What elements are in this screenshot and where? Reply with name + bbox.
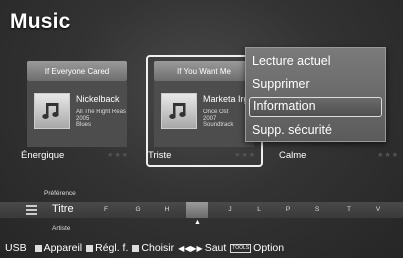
legend-appareil-label: Appareil (43, 242, 83, 254)
music-card-1[interactable]: If Everyone Cared Nickelback All The Rig… (19, 58, 131, 162)
filter-bar: Titre F G H I J L P S T V (0, 202, 403, 218)
filter-letter-i[interactable]: I (186, 202, 208, 218)
music-screen: Music If Everyone Cared Nickelback All T… (0, 0, 403, 258)
page-title: Music (10, 10, 71, 33)
red-button-icon (34, 244, 42, 252)
filter-letter-f[interactable]: F (99, 206, 113, 213)
filter-letter-s[interactable]: S (310, 206, 324, 213)
artist-name: Nickelback (76, 94, 120, 104)
list-icon (26, 205, 37, 215)
mood-label: Triste (148, 150, 172, 161)
card-body: Nickelback All The Right Reas.. 2005 Blu… (27, 81, 127, 147)
music-note-icon (34, 93, 70, 129)
mood-label: Énergique (21, 150, 65, 161)
legend-choisir[interactable]: Choisir (132, 242, 174, 254)
legend-regl[interactable]: Régl. f. (86, 242, 128, 254)
source-label: USB (5, 242, 27, 254)
card-category-label: If Everyone Cared (27, 61, 127, 81)
filter-letter-t[interactable]: T (342, 206, 356, 213)
card-body: Marketa Irg Once Ost 2007 Soundtrack (154, 81, 254, 147)
filter-letter-l[interactable]: L (252, 206, 266, 213)
rating-stars: ★★★ (234, 152, 256, 159)
tools-key-icon: TOOLS (230, 243, 252, 253)
rating-stars: ★★★ (377, 152, 399, 159)
legend-saut[interactable]: ◀◀▶▶ Saut (178, 242, 226, 254)
filter-letter-j[interactable]: J (223, 206, 237, 213)
menu-item-supp-securite[interactable]: Supp. sécurité (249, 120, 382, 140)
filter-letter-p[interactable]: P (281, 206, 295, 213)
green-button-icon (86, 244, 94, 252)
filter-letter-h[interactable]: H (160, 206, 174, 213)
status-bar: USB Appareil Régl. f. Choisir ◀◀▶▶ Saut … (0, 238, 403, 258)
album-genre: Blues (76, 122, 92, 128)
context-menu: Lecture actuel Supprimer Information Sup… (245, 47, 386, 142)
mood-label: Calme (279, 150, 307, 161)
filter-letter-g[interactable]: G (131, 206, 145, 213)
filter-current-label[interactable]: Titre (52, 203, 74, 215)
filter-prev-label[interactable]: Préférence (44, 190, 76, 197)
legend-option[interactable]: TOOLS Option (230, 242, 284, 254)
legend-appareil[interactable]: Appareil (34, 242, 83, 254)
legend-regl-label: Régl. f. (95, 242, 129, 254)
yellow-button-icon (132, 244, 140, 252)
filter-letter-v[interactable]: V (371, 206, 385, 213)
caret-up-icon: ▲ (194, 219, 201, 226)
legend-option-label: Option (253, 242, 285, 254)
card-category-label: If You Want Me (154, 61, 254, 81)
rating-stars: ★★★ (107, 152, 129, 159)
filter-next-label[interactable]: Artiste (52, 225, 70, 232)
skip-arrows-icon: ◀◀▶▶ (178, 243, 203, 253)
music-note-icon (161, 93, 197, 129)
menu-item-supprimer[interactable]: Supprimer (249, 74, 382, 94)
legend-choisir-label: Choisir (141, 242, 175, 254)
album-meta: All The Right Reas.. 2005 Blues (76, 109, 126, 129)
menu-item-lecture-actuel[interactable]: Lecture actuel (249, 51, 382, 71)
music-card-2[interactable]: If You Want Me Marketa Irg Once Ost 2007… (146, 55, 263, 167)
menu-item-information[interactable]: Information (249, 97, 382, 117)
legend-saut-label: Saut (204, 242, 227, 254)
album-name: All The Right Reas.. (76, 109, 126, 115)
